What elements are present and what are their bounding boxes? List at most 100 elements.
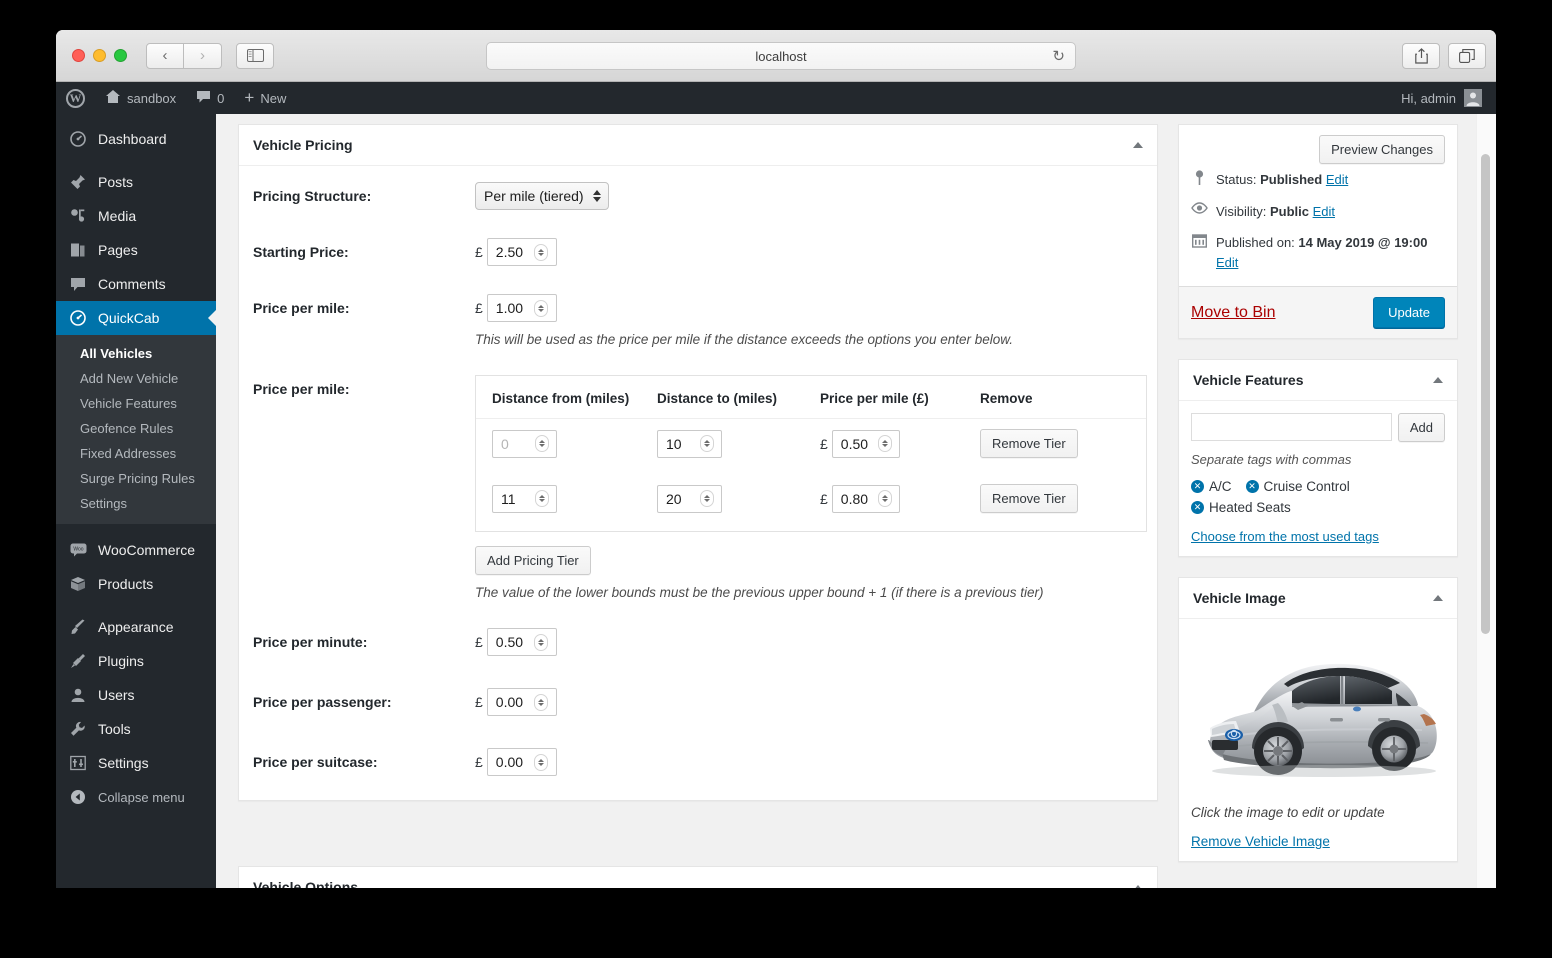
tier-distance-to-input[interactable] — [666, 490, 696, 507]
sidebar-item-dashboard[interactable]: Dashboard — [56, 122, 216, 156]
vertical-scrollbar[interactable] — [1476, 114, 1496, 888]
account-menu[interactable]: Hi, admin — [1401, 89, 1496, 107]
remove-tier-button[interactable]: Remove Tier — [980, 484, 1078, 514]
list-item: ✕ Heated Seats — [1191, 500, 1291, 515]
sidebar-item-pages[interactable]: Pages — [56, 233, 216, 267]
chevron-up-icon[interactable] — [1433, 595, 1443, 601]
vehicle-pricing-header[interactable]: Vehicle Pricing — [239, 125, 1157, 166]
update-button[interactable]: Update — [1373, 297, 1445, 328]
stepper-icon[interactable] — [533, 243, 548, 261]
stepper-icon[interactable] — [877, 490, 892, 508]
sidebar-toggle-icon[interactable] — [236, 42, 274, 69]
forward-icon[interactable]: › — [184, 42, 222, 69]
comment-bubble-icon — [68, 277, 88, 292]
preview-changes-button[interactable]: Preview Changes — [1319, 135, 1445, 164]
vehicle-image-caption: Click the image to edit or update — [1191, 805, 1385, 820]
sidebar-item-fixed-addresses[interactable]: Fixed Addresses — [56, 441, 216, 466]
pages-icon — [68, 242, 88, 258]
close-window-button[interactable] — [72, 49, 85, 62]
chevron-up-icon[interactable] — [1133, 142, 1143, 148]
remove-tier-button[interactable]: Remove Tier — [980, 429, 1078, 459]
vehicle-pricing-body: Pricing Structure: Per mile (tiered) Sta… — [239, 166, 1157, 800]
back-icon[interactable]: ‹ — [146, 42, 184, 69]
choose-most-used-tags-link[interactable]: Choose from the most used tags — [1191, 529, 1445, 544]
stepper-icon[interactable] — [533, 633, 548, 651]
pricing-structure-select[interactable]: Per mile (tiered) — [475, 182, 609, 210]
stepper-icon[interactable] — [700, 490, 714, 508]
vehicle-photo[interactable] — [1191, 631, 1445, 791]
stepper-icon[interactable] — [535, 435, 549, 453]
price-per-minute-input[interactable] — [495, 634, 530, 651]
show-tabs-icon[interactable] — [1448, 43, 1486, 69]
sidebar-item-users[interactable]: Users — [56, 678, 216, 712]
sidebar-item-quickcab[interactable]: QuickCab — [56, 301, 216, 335]
user-icon — [68, 687, 88, 703]
minimize-window-button[interactable] — [93, 49, 106, 62]
maximize-window-button[interactable] — [114, 49, 127, 62]
scrollbar-thumb[interactable] — [1481, 154, 1490, 634]
wp-logo-icon[interactable]: W — [56, 82, 95, 114]
sidebar-item-settings[interactable]: Settings — [56, 746, 216, 780]
pin-icon — [1191, 170, 1208, 186]
tier-price-input[interactable] — [840, 490, 874, 507]
vehicle-options-panel: Vehicle Options — [238, 866, 1158, 888]
quickcab-submenu: All Vehicles Add New Vehicle Vehicle Fea… — [56, 335, 216, 524]
sidebar-item-geofence-rules[interactable]: Geofence Rules — [56, 416, 216, 441]
sidebar-item-label: QuickCab — [98, 310, 160, 326]
edit-status-link[interactable]: Edit — [1326, 172, 1348, 187]
plus-icon: + — [244, 88, 255, 107]
stepper-icon[interactable] — [535, 490, 549, 508]
edit-published-link[interactable]: Edit — [1216, 255, 1238, 270]
stepper-icon[interactable] — [877, 435, 892, 453]
site-name-menu[interactable]: sandbox — [95, 82, 186, 114]
price-per-passenger-input[interactable] — [495, 694, 530, 711]
column-header-price-per-mile: Price per mile (£) — [820, 391, 929, 406]
sidebar-item-all-vehicles[interactable]: All Vehicles — [56, 341, 216, 366]
remove-tag-icon[interactable]: ✕ — [1245, 480, 1259, 493]
new-feature-input[interactable] — [1191, 413, 1392, 441]
vehicle-features-header[interactable]: Vehicle Features — [1179, 360, 1457, 401]
stepper-icon[interactable] — [533, 299, 548, 317]
add-pricing-tier-button[interactable]: Add Pricing Tier — [475, 546, 591, 576]
new-content-menu[interactable]: + New — [234, 82, 296, 114]
remove-tag-icon[interactable]: ✕ — [1191, 480, 1204, 493]
reload-icon[interactable]: ↻ — [1052, 47, 1065, 65]
vehicle-image-header[interactable]: Vehicle Image — [1179, 578, 1457, 619]
sidebar-item-vehicle-features[interactable]: Vehicle Features — [56, 391, 216, 416]
comments-menu[interactable]: 0 — [186, 82, 234, 114]
field-row-starting-price: Starting Price: £ — [253, 238, 1143, 266]
address-bar[interactable]: localhost ↻ — [486, 42, 1076, 70]
stepper-icon[interactable] — [533, 753, 548, 771]
panel-title: Vehicle Pricing — [253, 137, 353, 153]
edit-visibility-link[interactable]: Edit — [1313, 204, 1335, 219]
sidebar-item-woocommerce[interactable]: Woo WooCommerce — [56, 533, 216, 567]
tier-distance-to-input[interactable] — [666, 435, 696, 452]
sidebar-item-products[interactable]: Products — [56, 567, 216, 601]
sidebar-item-media[interactable]: Media — [56, 199, 216, 233]
sidebar-item-comments[interactable]: Comments — [56, 267, 216, 301]
tier-price-input[interactable] — [840, 435, 874, 452]
sidebar-item-plugins[interactable]: Plugins — [56, 644, 216, 678]
vehicle-features-body: Add Separate tags with commas ✕ A/C ✕ Cr… — [1179, 401, 1457, 556]
sidebar-item-posts[interactable]: Posts — [56, 165, 216, 199]
price-per-suitcase-input[interactable] — [495, 754, 530, 771]
remove-vehicle-image-link[interactable]: Remove Vehicle Image — [1191, 834, 1445, 849]
sidebar-item-settings[interactable]: Settings — [56, 491, 216, 516]
add-feature-button[interactable]: Add — [1397, 413, 1445, 442]
stepper-icon[interactable] — [533, 693, 548, 711]
sidebar-item-add-new-vehicle[interactable]: Add New Vehicle — [56, 366, 216, 391]
move-to-bin-link[interactable]: Move to Bin — [1191, 304, 1275, 322]
published-on-line: Published on: 14 May 2019 @ 19:00 Edit — [1191, 233, 1445, 272]
tier-distance-from-input[interactable] — [501, 490, 531, 507]
starting-price-input[interactable] — [495, 244, 530, 260]
sidebar-item-appearance[interactable]: Appearance — [56, 610, 216, 644]
stepper-icon[interactable] — [700, 435, 714, 453]
share-icon[interactable] — [1402, 43, 1440, 69]
sidebar-item-surge-pricing-rules[interactable]: Surge Pricing Rules — [56, 466, 216, 491]
sidebar-item-tools[interactable]: Tools — [56, 712, 216, 746]
collapse-menu-button[interactable]: Collapse menu — [56, 780, 216, 814]
price-per-mile-input[interactable] — [495, 300, 530, 316]
tier-distance-from-input[interactable] — [501, 435, 531, 452]
chevron-up-icon[interactable] — [1433, 377, 1443, 383]
remove-tag-icon[interactable]: ✕ — [1191, 501, 1204, 514]
